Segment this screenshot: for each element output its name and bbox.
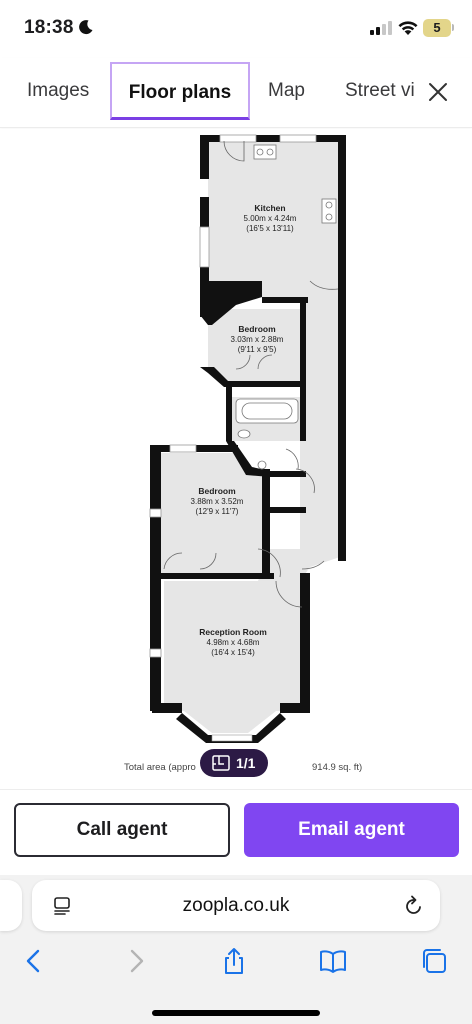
total-area-right: 914.9 sq. ft) (312, 762, 363, 773)
close-icon[interactable] (426, 80, 450, 104)
battery-cap (452, 24, 454, 31)
floor-plan-viewer[interactable]: Kitchen 5.00m x 4.24m (16'5 x 13'11) Bed… (0, 129, 472, 789)
room-bedroom1-name: Bedroom (238, 324, 276, 334)
image-counter: 1/1 (236, 755, 256, 771)
forward-icon[interactable] (122, 947, 150, 975)
room-kitchen-name: Kitchen (254, 203, 285, 213)
room-bedroom2-name: Bedroom (198, 486, 236, 496)
agent-actions: Call agent Email agent (0, 789, 472, 875)
room-reception-name: Reception Room (199, 627, 267, 637)
room-bedroom1-metric: 3.03m x 2.88m (231, 335, 284, 344)
previous-tab-peek[interactable] (0, 880, 22, 931)
image-counter-pill: 1/1 (200, 749, 268, 777)
room-bedroom2-metric: 3.88m x 3.52m (191, 497, 244, 506)
battery-indicator: 5 (423, 19, 451, 37)
signal-icon (370, 21, 392, 35)
back-icon[interactable] (20, 947, 48, 975)
status-time: 18:38 (24, 17, 74, 38)
tabs-icon[interactable] (420, 947, 448, 975)
reload-icon[interactable] (404, 895, 424, 917)
gallery-tab-bar: Images Floor plans Map Street vi (0, 58, 472, 128)
room-bedroom2-imperial: (12'9 x 11'7) (196, 507, 239, 516)
url-text: zoopla.co.uk (182, 895, 290, 916)
email-agent-button[interactable]: Email agent (244, 803, 459, 857)
room-reception-imperial: (16'4 x 15'4) (211, 648, 255, 657)
home-indicator (152, 1010, 320, 1016)
room-kitchen-metric: 5.00m x 4.24m (244, 214, 297, 223)
floorplan-icon (212, 755, 230, 771)
tab-floor-plans[interactable]: Floor plans (110, 62, 250, 120)
moon-icon (79, 20, 93, 35)
tab-map[interactable]: Map (268, 62, 305, 120)
address-bar[interactable]: zoopla.co.uk (32, 880, 440, 931)
wifi-icon (398, 21, 418, 35)
room-reception-metric: 4.98m x 4.68m (207, 638, 260, 647)
room-bedroom1-imperial: (9'11 x 9'5) (238, 345, 277, 354)
call-agent-button[interactable]: Call agent (14, 803, 230, 857)
browser-toolbar: zoopla.co.uk (0, 875, 472, 1024)
floor-plan-image: Kitchen 5.00m x 4.24m (16'5 x 13'11) Bed… (149, 134, 346, 743)
tab-images[interactable]: Images (27, 62, 89, 120)
total-area-left: Total area (appro (124, 762, 196, 773)
room-kitchen-imperial: (16'5 x 13'11) (246, 224, 294, 233)
status-bar: 18:38 5 (0, 0, 472, 56)
bookmarks-icon[interactable] (319, 947, 347, 975)
tab-street-view[interactable]: Street vi (345, 62, 417, 120)
share-icon[interactable] (220, 947, 248, 975)
